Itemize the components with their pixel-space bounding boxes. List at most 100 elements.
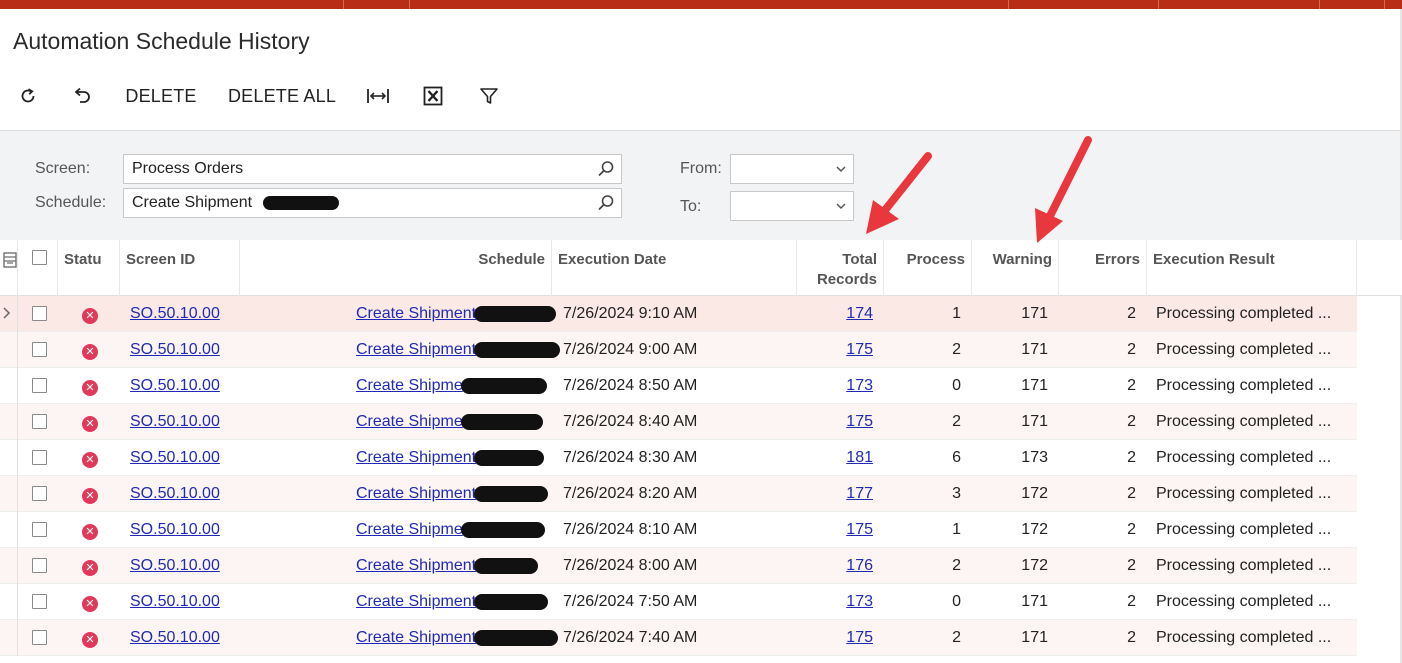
table-row[interactable]: ✕ SO.50.10.00 Create Shipme 7/26/2024 8:10 … [0,512,1357,548]
redaction-mark [262,195,339,210]
header-schedule[interactable]: Schedule [240,240,552,296]
delete-all-button[interactable]: DELETE ALL [224,80,340,112]
fit-columns-button[interactable] [364,80,392,112]
total-records-link[interactable]: 175 [846,521,873,538]
header-process[interactable]: Process [884,240,972,296]
table-row[interactable]: ✕ SO.50.10.00 Create Shipment 7/26/2024 7:5… [0,584,1357,620]
total-records-link[interactable]: 175 [846,341,873,358]
header-execution-date[interactable]: Execution Date [552,240,797,296]
total-records-link[interactable]: 177 [846,485,873,502]
schedule-field[interactable]: Create Shipment [123,188,622,218]
table-row[interactable]: ✕ SO.50.10.00 Create Shipment 7/26/2024 8:3… [0,440,1357,476]
screen-id-link[interactable]: SO.50.10.00 [130,593,220,610]
table-row[interactable]: ✕ SO.50.10.00 Create Shipment 7/26/2024 7:4… [0,620,1357,656]
undo-button[interactable] [68,80,96,112]
row-indicator[interactable] [0,440,18,476]
header-errors[interactable]: Errors [1059,240,1147,296]
schedule-link[interactable]: Create Shipme [356,521,463,538]
from-date-select[interactable] [730,154,854,184]
processed-count: 1 [952,521,961,538]
schedule-link[interactable]: Create Shipment [356,593,476,610]
processed-count: 2 [952,413,961,430]
error-status-icon: ✕ [82,524,98,540]
schedule-link[interactable]: Create Shipment [356,557,476,574]
table-row[interactable]: ✕ SO.50.10.00 Create Shipment 7/26/2024 9:1… [0,296,1357,332]
schedule-link[interactable]: Create Shipme [356,377,463,394]
warning-count: 172 [1021,485,1048,502]
screen-id-link[interactable]: SO.50.10.00 [130,557,220,574]
table-row[interactable]: ✕ SO.50.10.00 Create Shipment 7/26/2024 9:0… [0,332,1357,368]
error-count: 2 [1127,377,1136,394]
screen-field[interactable]: Process Orders [123,154,622,184]
schedule-link[interactable]: Create Shipment [356,305,476,322]
row-indicator[interactable] [0,476,18,512]
header-screen-id[interactable]: Screen ID [120,240,240,296]
screen-id-link[interactable]: SO.50.10.00 [130,449,220,466]
row-checkbox[interactable] [32,342,47,357]
row-checkbox[interactable] [32,522,47,537]
row-checkbox[interactable] [32,630,47,645]
schedule-link[interactable]: Create Shipme [356,413,463,430]
filter-button[interactable] [476,80,502,112]
total-records-link[interactable]: 173 [846,377,873,394]
select-all-checkbox[interactable] [32,250,47,265]
row-checkbox[interactable] [32,414,47,429]
schedule-link[interactable]: Create Shipment [356,629,476,646]
total-records-link[interactable]: 173 [846,593,873,610]
schedule-link[interactable]: Create Shipment [356,485,476,502]
schedule-link[interactable]: Create Shipment [356,449,476,466]
chevron-right-icon [3,307,11,319]
top-bar-separator [1319,0,1320,9]
row-indicator[interactable] [0,368,18,404]
total-records-link[interactable]: 175 [846,629,873,646]
row-checkbox[interactable] [32,594,47,609]
error-count: 2 [1127,413,1136,430]
column-config-header[interactable] [0,240,18,296]
total-records-link[interactable]: 174 [846,305,873,322]
row-checkbox[interactable] [32,486,47,501]
screen-id-link[interactable]: SO.50.10.00 [130,341,220,358]
schedule-link[interactable]: Create Shipment [356,341,476,358]
screen-id-link[interactable]: SO.50.10.00 [130,413,220,430]
header-execution-result[interactable]: Execution Result [1147,240,1357,296]
header-status[interactable]: Statu [58,240,120,296]
screen-id-link[interactable]: SO.50.10.00 [130,305,220,322]
table-row[interactable]: ✕ SO.50.10.00 Create Shipment 7/26/2024 8:2… [0,476,1357,512]
row-indicator[interactable] [0,548,18,584]
row-indicator[interactable] [0,584,18,620]
warning-count: 171 [1021,593,1048,610]
warning-count: 171 [1021,341,1048,358]
table-row[interactable]: ✕ SO.50.10.00 Create Shipme 7/26/2024 8:40 … [0,404,1357,440]
total-records-link[interactable]: 181 [846,449,873,466]
execution-result: Processing completed ... [1156,413,1332,430]
to-date-select[interactable] [730,191,854,221]
row-indicator[interactable] [0,404,18,440]
table-row[interactable]: ✕ SO.50.10.00 Create Shipme 7/26/2024 8:50 … [0,368,1357,404]
search-icon[interactable] [597,194,615,212]
row-indicator[interactable] [0,620,18,656]
processed-count: 0 [952,593,961,610]
row-checkbox[interactable] [32,450,47,465]
header-warning[interactable]: Warning [972,240,1059,296]
table-row[interactable]: ✕ SO.50.10.00 Create Shipment 7/26/2024 8:0… [0,548,1357,584]
total-records-link[interactable]: 175 [846,413,873,430]
error-count: 2 [1127,341,1136,358]
screen-id-link[interactable]: SO.50.10.00 [130,521,220,538]
search-icon[interactable] [597,160,615,178]
header-total-records[interactable]: Total Records [797,240,884,296]
screen-id-link[interactable]: SO.50.10.00 [130,377,220,394]
delete-button[interactable]: DELETE [120,80,202,112]
row-checkbox[interactable] [32,558,47,573]
row-checkbox[interactable] [32,306,47,321]
row-indicator[interactable] [0,512,18,548]
screen-id-link[interactable]: SO.50.10.00 [130,485,220,502]
screen-id-link[interactable]: SO.50.10.00 [130,629,220,646]
chevron-down-icon [836,203,846,210]
export-excel-button[interactable] [420,80,446,112]
redaction-mark [474,305,557,322]
row-checkbox[interactable] [32,378,47,393]
refresh-button[interactable] [14,80,42,112]
row-indicator[interactable] [0,296,18,332]
row-indicator[interactable] [0,332,18,368]
total-records-link[interactable]: 176 [846,557,873,574]
